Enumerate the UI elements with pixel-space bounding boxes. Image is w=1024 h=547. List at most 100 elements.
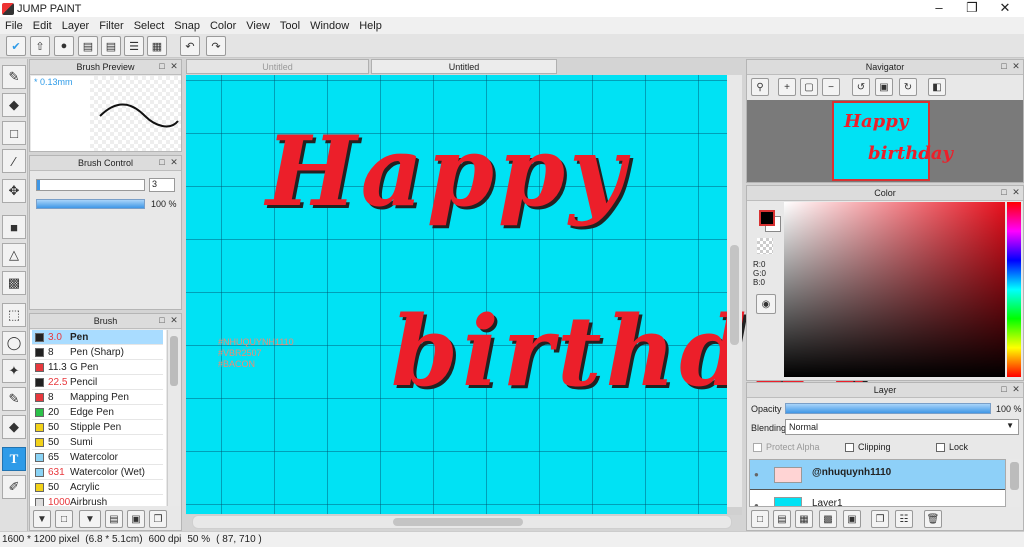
menu-file[interactable]: File bbox=[0, 20, 28, 32]
brush-item[interactable]: 3.0 Pen bbox=[32, 330, 163, 345]
float-panel-icon[interactable]: □ bbox=[157, 315, 167, 325]
menu-help[interactable]: Help bbox=[354, 20, 387, 32]
brush-item[interactable]: 65 Watercolor bbox=[32, 450, 163, 465]
flip-icon[interactable]: ◧ bbox=[928, 78, 946, 96]
menu-view[interactable]: View bbox=[241, 20, 275, 32]
bucket-tool-icon[interactable]: △ bbox=[2, 243, 26, 267]
brush-folder-icon[interactable]: ▣ bbox=[127, 510, 145, 528]
menu-edit[interactable]: Edit bbox=[28, 20, 57, 32]
brush-item[interactable]: 8 Mapping Pen bbox=[32, 390, 163, 405]
blending-select[interactable]: Normal ▼ bbox=[785, 419, 1019, 435]
close-panel-icon[interactable]: ✕ bbox=[169, 157, 179, 167]
fit-window-icon[interactable]: ▢ bbox=[800, 78, 818, 96]
delete-layer-icon[interactable]: 🗑 bbox=[924, 510, 942, 528]
brush-item[interactable]: 50 Acrylic bbox=[32, 480, 163, 495]
foreground-color-swatch[interactable] bbox=[759, 210, 775, 226]
eye-icon[interactable]: ● bbox=[754, 501, 759, 506]
canvas-horizontal-scrollbar[interactable] bbox=[192, 515, 732, 529]
float-panel-icon[interactable]: □ bbox=[999, 187, 1009, 197]
undo-button[interactable]: ↶ bbox=[180, 36, 200, 56]
layer-row[interactable]: ● @nhuquynh1110 bbox=[750, 460, 1005, 490]
float-panel-icon[interactable]: □ bbox=[999, 384, 1009, 394]
fill-rect-tool-icon[interactable]: ■ bbox=[2, 215, 26, 239]
brush-menu-icon[interactable]: ▼ bbox=[79, 510, 101, 528]
transparent-color-swatch[interactable] bbox=[757, 238, 773, 254]
tab-untitled-1[interactable]: Untitled bbox=[186, 59, 369, 74]
rotate-left-icon[interactable]: ↺ bbox=[852, 78, 870, 96]
close-window-button[interactable]: ✕ bbox=[988, 0, 1022, 17]
brush-list-scrollbar[interactable] bbox=[167, 330, 180, 506]
eraser-tool-icon[interactable]: ◆ bbox=[2, 93, 26, 117]
brush-size-input[interactable]: 3 bbox=[149, 178, 175, 192]
brush-copy-icon[interactable]: ❐ bbox=[149, 510, 167, 528]
minimize-button[interactable]: – bbox=[922, 0, 956, 17]
palette-icon[interactable]: ◉ bbox=[756, 294, 776, 314]
brush-item[interactable]: 8 Pen (Sharp) bbox=[32, 345, 163, 360]
hue-slider[interactable] bbox=[1007, 202, 1021, 377]
float-panel-icon[interactable]: □ bbox=[157, 157, 167, 167]
text-tool-icon[interactable]: T bbox=[2, 447, 26, 471]
cloud-check-icon[interactable]: ✔ bbox=[6, 36, 26, 56]
menu-tool[interactable]: Tool bbox=[275, 20, 305, 32]
document-icon[interactable]: ▤ bbox=[101, 36, 121, 56]
redo-button[interactable]: ↷ bbox=[206, 36, 226, 56]
menu-window[interactable]: Window bbox=[305, 20, 354, 32]
magic-wand-tool-icon[interactable]: ✦ bbox=[2, 359, 26, 383]
brush-item[interactable]: 631 Watercolor (Wet) bbox=[32, 465, 163, 480]
list-document-icon[interactable]: ☰ bbox=[124, 36, 144, 56]
rectangle-tool-icon[interactable]: □ bbox=[2, 121, 26, 145]
new-layer-icon[interactable]: □ bbox=[751, 510, 769, 528]
brush-item[interactable]: 50 Sumi bbox=[32, 435, 163, 450]
menu-layer[interactable]: Layer bbox=[57, 20, 95, 32]
close-panel-icon[interactable]: ✕ bbox=[1011, 187, 1021, 197]
new-brush-icon[interactable]: □ bbox=[55, 510, 73, 528]
canvas-vertical-scrollbar[interactable] bbox=[727, 75, 742, 507]
close-panel-icon[interactable]: ✕ bbox=[169, 61, 179, 71]
chat-icon[interactable]: ▤ bbox=[78, 36, 98, 56]
select-eraser-tool-icon[interactable]: ◆ bbox=[2, 415, 26, 439]
layer-settings-icon[interactable]: ▦ bbox=[795, 510, 813, 528]
drawing-canvas[interactable]: Happy birthday #NHUQUYNH1110 #VBR2507 #B… bbox=[186, 75, 872, 514]
halftone-layer-icon[interactable]: ▩ bbox=[819, 510, 837, 528]
layer-row[interactable]: ● Layer1 bbox=[750, 491, 1005, 506]
layer-folder-icon[interactable]: ▣ bbox=[843, 510, 861, 528]
line-tool-icon[interactable]: ∕ bbox=[2, 149, 26, 173]
brush-doc-icon[interactable]: ▤ bbox=[105, 510, 123, 528]
close-panel-icon[interactable]: ✕ bbox=[1011, 61, 1021, 71]
brush-item[interactable]: 20 Edge Pen bbox=[32, 405, 163, 420]
duplicate-layer-icon[interactable]: ❐ bbox=[871, 510, 889, 528]
eye-icon[interactable]: ● bbox=[754, 470, 759, 479]
eyedropper-tool-icon[interactable]: ✐ bbox=[2, 475, 26, 499]
menu-select[interactable]: Select bbox=[129, 20, 170, 32]
menu-color[interactable]: Color bbox=[205, 20, 241, 32]
lasso-tool-icon[interactable]: ◯ bbox=[2, 331, 26, 355]
brush-tool-icon[interactable]: ✎ bbox=[2, 65, 26, 89]
new-layer-doc-icon[interactable]: ▤ bbox=[773, 510, 791, 528]
close-panel-icon[interactable]: ✕ bbox=[1011, 384, 1021, 394]
reset-view-icon[interactable]: ▣ bbox=[875, 78, 893, 96]
rotate-right-icon[interactable]: ↻ bbox=[899, 78, 917, 96]
layer-list-scrollbar[interactable] bbox=[1008, 459, 1021, 507]
comment-icon[interactable]: ● bbox=[54, 36, 74, 56]
gradient-tool-icon[interactable]: ▩ bbox=[2, 271, 26, 295]
select-pen-tool-icon[interactable]: ✎ bbox=[2, 387, 26, 411]
brush-download-icon[interactable]: ▼ bbox=[33, 510, 51, 528]
maximize-button[interactable]: ❐ bbox=[955, 0, 989, 17]
brush-item[interactable]: 22.5 Pencil bbox=[32, 375, 163, 390]
navigator-preview[interactable]: Happy birthday bbox=[747, 100, 1023, 182]
float-panel-icon[interactable]: □ bbox=[157, 61, 167, 71]
close-panel-icon[interactable]: ✕ bbox=[169, 315, 179, 325]
zoom-in-icon[interactable]: + bbox=[778, 78, 796, 96]
color-picker-square[interactable] bbox=[784, 202, 1005, 377]
lock-checkbox[interactable]: Lock bbox=[936, 442, 968, 453]
grid-settings-icon[interactable]: ▦ bbox=[147, 36, 167, 56]
zoom-fit-icon[interactable]: ⚲ bbox=[751, 78, 769, 96]
merge-layer-icon[interactable]: ☷ bbox=[895, 510, 913, 528]
zoom-out-icon[interactable]: − bbox=[822, 78, 840, 96]
brush-opacity-slider[interactable] bbox=[36, 199, 145, 209]
layer-opacity-slider[interactable] bbox=[785, 403, 991, 414]
share-icon[interactable]: ⇧ bbox=[30, 36, 50, 56]
menu-snap[interactable]: Snap bbox=[169, 20, 205, 32]
protect-alpha-checkbox[interactable]: Protect Alpha bbox=[753, 442, 820, 453]
brush-item[interactable]: 11.3 G Pen bbox=[32, 360, 163, 375]
